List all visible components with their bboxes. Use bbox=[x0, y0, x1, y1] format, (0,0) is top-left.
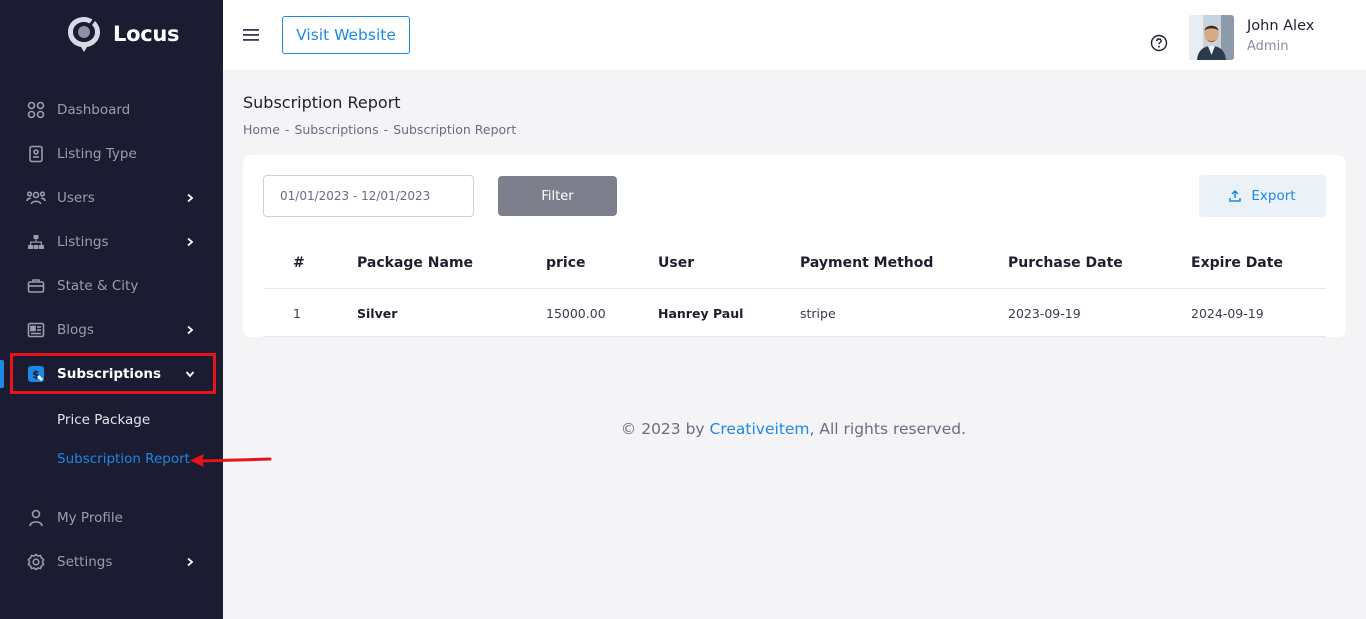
chevron-right-icon bbox=[187, 557, 194, 567]
gear-icon bbox=[26, 552, 46, 572]
breadcrumb-separator: - bbox=[383, 122, 389, 137]
sidebar-item-label: Settings bbox=[57, 554, 113, 570]
logo[interactable]: Locus bbox=[66, 15, 180, 53]
table-header-payment-method: Payment Method bbox=[800, 255, 934, 271]
table-header-index: # bbox=[293, 255, 305, 271]
breadcrumb: Home - Subscriptions - Subscription Repo… bbox=[243, 122, 516, 137]
top-header: Visit Website John Alex Admin bbox=[223, 0, 1366, 70]
sidebar-item-my-profile[interactable]: My Profile bbox=[0, 498, 223, 538]
hamburger-menu-icon[interactable] bbox=[243, 28, 259, 42]
hierarchy-icon bbox=[26, 232, 46, 252]
table-header-expire-date: Expire Date bbox=[1191, 255, 1283, 271]
avatar[interactable] bbox=[1189, 15, 1234, 60]
sidebar-item-listings[interactable]: Listings bbox=[0, 222, 223, 262]
table-cell-expire-date: 2024-09-19 bbox=[1191, 306, 1264, 321]
table-row-divider bbox=[263, 336, 1326, 337]
table-header-purchase-date: Purchase Date bbox=[1008, 255, 1123, 271]
chevron-right-icon bbox=[187, 325, 194, 335]
briefcase-icon bbox=[26, 276, 46, 296]
logo-icon bbox=[68, 17, 100, 52]
sidebar-item-dashboard[interactable]: Dashboard bbox=[0, 90, 223, 130]
sidebar-item-label: My Profile bbox=[57, 510, 123, 526]
help-icon[interactable] bbox=[1150, 34, 1168, 52]
report-card: Filter Export # Package Name price User … bbox=[243, 155, 1346, 337]
page-title: Subscription Report bbox=[243, 93, 401, 112]
user-role: Admin bbox=[1247, 39, 1289, 54]
breadcrumb-home[interactable]: Home bbox=[243, 122, 280, 137]
sidebar-item-label: Users bbox=[57, 190, 95, 206]
app-name: Locus bbox=[113, 22, 180, 46]
table-header-package-name: Package Name bbox=[357, 255, 474, 271]
visit-website-button[interactable]: Visit Website bbox=[282, 16, 410, 54]
filter-button[interactable]: Filter bbox=[498, 176, 617, 216]
sidebar-subitem-price-package[interactable]: Price Package bbox=[57, 412, 150, 428]
users-icon bbox=[26, 188, 46, 208]
table-cell-package-name: Silver bbox=[357, 306, 398, 321]
chevron-right-icon bbox=[187, 193, 194, 203]
table-header-divider bbox=[263, 288, 1326, 289]
grid-icon bbox=[26, 100, 46, 120]
upload-icon bbox=[1229, 190, 1242, 202]
chevron-right-icon bbox=[187, 237, 194, 247]
table-header-user: User bbox=[658, 255, 695, 271]
table-cell-user: Hanrey Paul bbox=[658, 306, 744, 321]
sidebar-item-state-city[interactable]: State & City bbox=[0, 266, 223, 306]
sidebar-item-blogs[interactable]: Blogs bbox=[0, 310, 223, 350]
user-icon bbox=[26, 508, 46, 528]
annotation-arrow-icon bbox=[190, 454, 272, 467]
table-cell-index: 1 bbox=[293, 306, 301, 321]
user-name: John Alex bbox=[1247, 18, 1315, 34]
footer-brand-link[interactable]: Creativeitem bbox=[710, 420, 810, 438]
sidebar-item-label: Dashboard bbox=[57, 102, 131, 118]
sidebar: Locus Dashboard Listing Type Users Listi… bbox=[0, 0, 223, 619]
breadcrumb-subscriptions[interactable]: Subscriptions bbox=[294, 122, 378, 137]
sidebar-item-label: State & City bbox=[57, 278, 139, 294]
table-cell-price: 15000.00 bbox=[546, 306, 606, 321]
sidebar-subitem-subscription-report[interactable]: Subscription Report bbox=[57, 451, 190, 467]
sidebar-item-settings[interactable]: Settings bbox=[0, 542, 223, 582]
date-range-input[interactable] bbox=[263, 175, 474, 217]
newspaper-icon bbox=[26, 320, 46, 340]
table-cell-payment-method: stripe bbox=[800, 306, 836, 321]
sidebar-item-label: Listings bbox=[57, 234, 109, 250]
table-cell-purchase-date: 2023-09-19 bbox=[1008, 306, 1081, 321]
export-button[interactable]: Export bbox=[1199, 175, 1326, 217]
sidebar-item-listing-type[interactable]: Listing Type bbox=[0, 134, 223, 174]
footer: © 2023 by Creativeitem, All rights reser… bbox=[223, 420, 966, 438]
annotation-highlight-box bbox=[10, 353, 216, 394]
sidebar-item-label: Listing Type bbox=[57, 146, 137, 162]
breadcrumb-separator: - bbox=[284, 122, 290, 137]
footer-suffix: , All rights reserved. bbox=[809, 420, 966, 438]
document-icon bbox=[26, 144, 46, 164]
export-label: Export bbox=[1251, 188, 1296, 204]
footer-prefix: © 2023 by bbox=[620, 420, 710, 438]
sidebar-item-users[interactable]: Users bbox=[0, 178, 223, 218]
breadcrumb-current: Subscription Report bbox=[393, 122, 517, 137]
table-header-price: price bbox=[546, 255, 586, 271]
sidebar-item-label: Blogs bbox=[57, 322, 94, 338]
